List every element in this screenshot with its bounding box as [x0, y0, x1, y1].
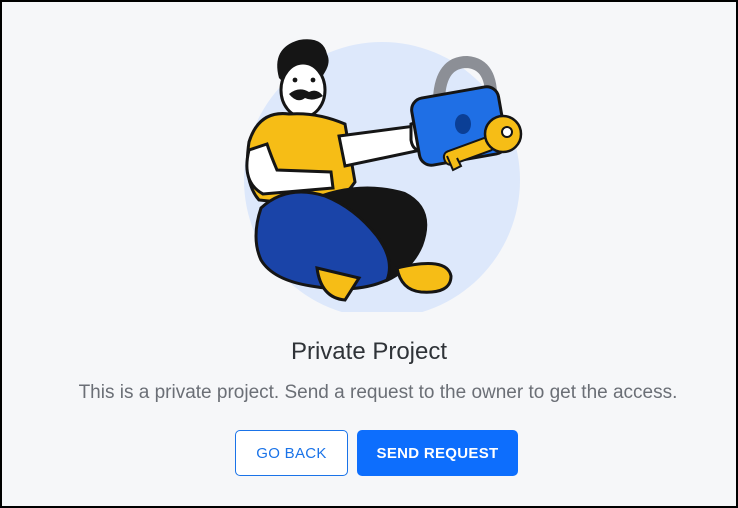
private-project-illustration — [244, 39, 523, 312]
send-request-button[interactable]: SEND REQUEST — [357, 430, 518, 476]
dialog-description: This is a private project. Send a reques… — [78, 382, 678, 403]
dialog-title: Private Project — [290, 338, 448, 365]
private-project-dialog: Private Project This is a private projec… — [0, 0, 738, 508]
go-back-button[interactable]: GO BACK — [235, 430, 348, 476]
